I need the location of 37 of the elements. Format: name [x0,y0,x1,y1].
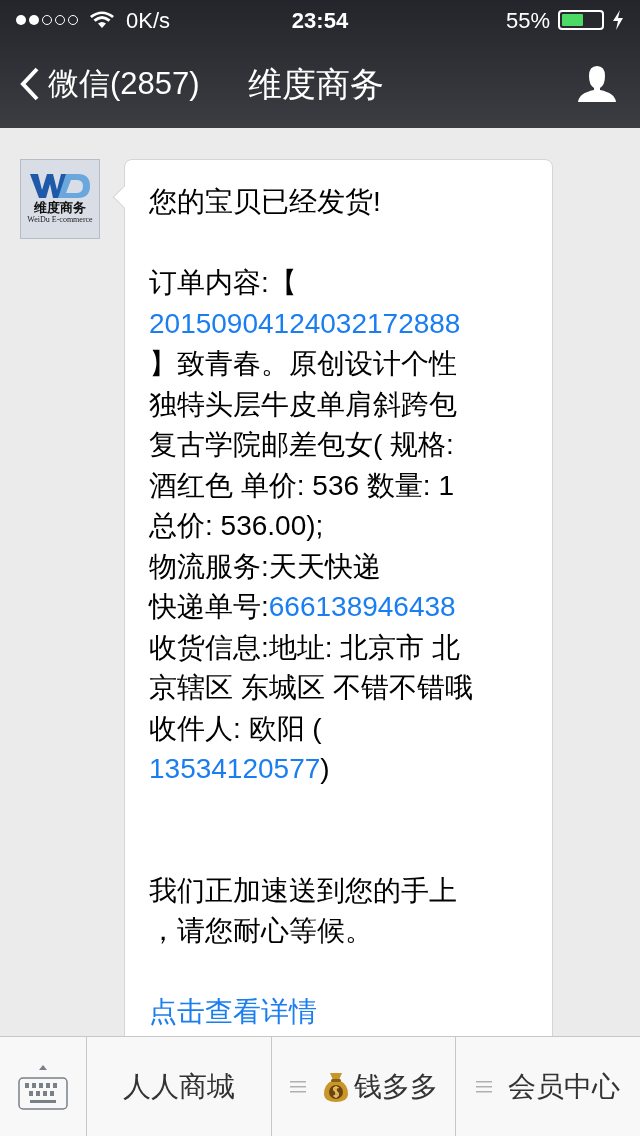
message-text: 快递单号: [149,591,269,622]
message-text: 订单内容:【 [149,267,297,298]
back-icon [20,67,40,101]
message-text: 您的宝贝已经发货! [149,186,381,217]
menu-button[interactable]: 会员中心 [456,1037,640,1136]
message-text: 我们正加速送到您的手上 [149,874,457,906]
message-text: 复古学院邮差包女( 规格: [149,429,454,460]
message-link[interactable]: 666138946438 [268,591,456,622]
clock: 23:54 [291,6,349,35]
battery-percent: 55% [505,6,550,35]
message-link[interactable]: 点击查看详情 [149,996,317,1027]
menu-button[interactable]: 人人商城 [87,1037,272,1136]
message-link[interactable]: 13534120577 [149,753,321,784]
message-text: 收件人: 欧阳 ( [149,712,322,744]
message-text: 独特头层牛皮单肩斜跨包 [149,388,457,420]
message-text: 收货信息:地址: 北京市 北 [149,631,461,663]
message-text: 物流服务:天天快递 [149,550,381,582]
message-text: 京辖区 东城区 不错不错哦 [149,672,473,703]
charging-icon [612,10,624,30]
menu-button[interactable]: 钱多多 [271,1037,457,1136]
profile-icon[interactable] [578,66,616,102]
message-text: 总价: 536.00); [149,510,324,541]
message-text: ，请您耐心等候。 [149,915,373,946]
chat-title: 维度商务 [248,63,384,105]
battery-icon [558,10,604,30]
logo-tagline: WeiDu E-commerce [27,214,93,225]
message-text: 】致青春。原创设计个性 [149,348,457,379]
keyboard-icon [18,1063,68,1110]
avatar[interactable]: 维度商务 WeiDu E-commerce [20,159,100,239]
message-link[interactable]: 20150904124032172888 [149,307,461,339]
logo-icon [28,173,92,200]
message-text: ) [320,753,330,784]
message-text: 酒红色 单价: 536 数量: 1 [149,469,454,501]
network-speed: 0K/s [126,6,171,35]
back-button[interactable]: 微信(2857) [20,60,200,108]
logo-name: 维度商务 [34,199,86,215]
wifi-icon [90,11,114,29]
